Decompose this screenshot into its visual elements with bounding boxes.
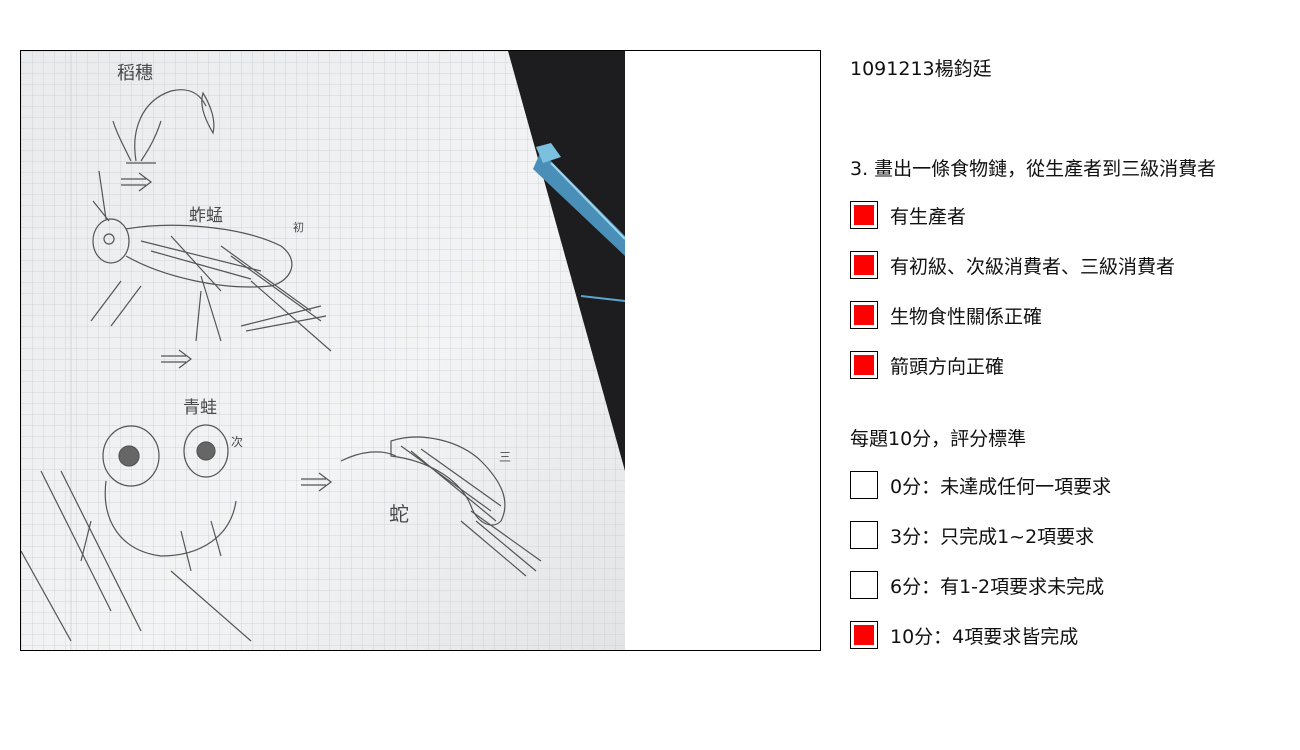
criterion-row[interactable]: 有生產者 — [850, 199, 966, 231]
criterion-row[interactable]: 箭頭方向正確 — [850, 349, 1004, 381]
label-rice: 稻穗 — [117, 63, 153, 84]
score-row[interactable]: 0分：未達成任何一項要求 — [850, 469, 1111, 501]
criterion-row[interactable]: 有初級、次級消費者、三級消費者 — [850, 249, 1175, 281]
score-row[interactable]: 3分：只完成1~2項要求 — [850, 519, 1094, 551]
score-label: 10分：4項要求皆完成 — [890, 625, 1079, 648]
score-label: 3分：只完成1~2項要求 — [890, 525, 1095, 548]
score-label: 6分：有1-2項要求未完成 — [890, 575, 1105, 598]
mark-secondary: 次 — [231, 435, 243, 449]
criterion-checkbox[interactable] — [850, 351, 878, 379]
score-checkbox[interactable] — [850, 571, 878, 599]
criterion-checkbox[interactable] — [850, 301, 878, 329]
criterion-label: 箭頭方向正確 — [890, 355, 1005, 378]
criterion-label: 有初級、次級消費者、三級消費者 — [890, 255, 1176, 278]
score-checkbox[interactable] — [850, 471, 878, 499]
notebook-photo-illustration: 稻穗 蚱蜢 青蛙 蛇 初 次 三 — [21, 51, 820, 650]
score-checkbox[interactable] — [850, 521, 878, 549]
label-grasshopper: 蚱蜢 — [189, 206, 223, 226]
mark-tertiary: 三 — [499, 450, 511, 464]
question-title: 3. 畫出一條食物鏈，從生產者到三級消費者 — [850, 158, 1217, 180]
student-drawing-photo: 稻穗 蚱蜢 青蛙 蛇 初 次 三 — [20, 50, 821, 651]
criterion-row[interactable]: 生物食性關係正確 — [850, 299, 1042, 331]
score-checkbox[interactable] — [850, 621, 878, 649]
criterion-checkbox[interactable] — [850, 251, 878, 279]
criterion-label: 生物食性關係正確 — [890, 305, 1043, 328]
score-row[interactable]: 6分：有1-2項要求未完成 — [850, 569, 1104, 601]
criterion-label: 有生產者 — [890, 205, 967, 228]
score-row[interactable]: 10分：4項要求皆完成 — [850, 619, 1078, 651]
criterion-checkbox[interactable] — [850, 201, 878, 229]
grading-standard-title: 每題10分，評分標準 — [850, 428, 1027, 450]
mark-primary: 初 — [293, 220, 304, 234]
score-label: 0分：未達成任何一項要求 — [890, 475, 1112, 498]
label-snake: 蛇 — [389, 502, 409, 526]
student-id: 1091213楊鈞廷 — [850, 58, 992, 80]
label-frog: 青蛙 — [183, 398, 217, 418]
